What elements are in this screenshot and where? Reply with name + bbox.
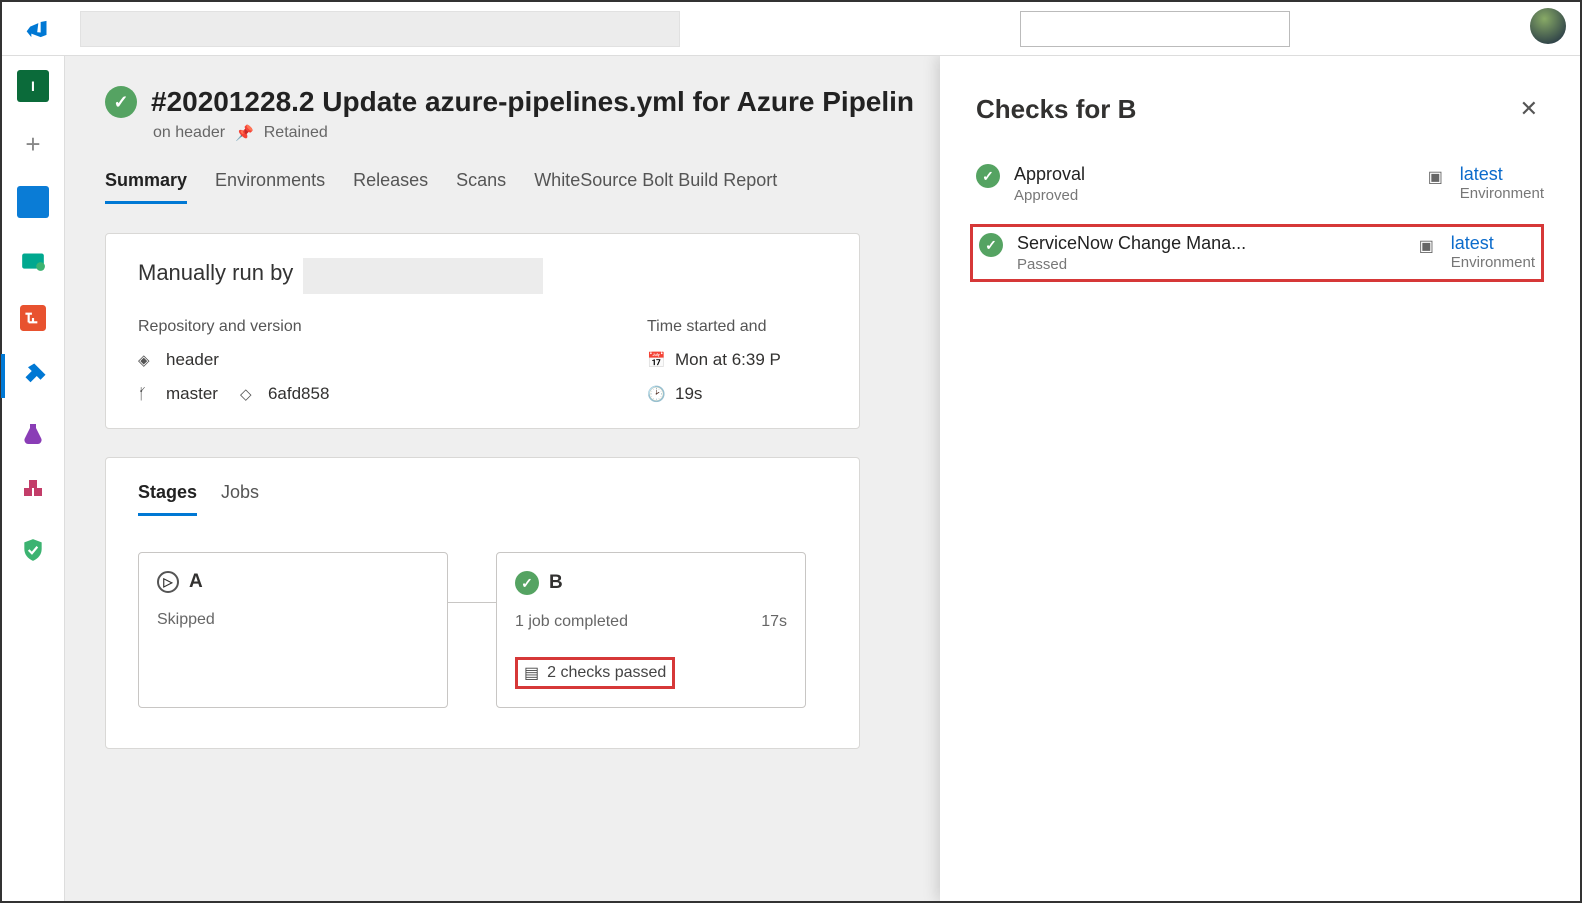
tab-releases[interactable]: Releases [353,170,428,204]
stage-b[interactable]: ✓ B 1 job completed 17s ▤ 2 checks passe… [496,552,806,708]
check-2-status: Passed [1017,256,1246,273]
checks-text: 2 checks passed [547,664,666,682]
stage-b-duration: 17s [761,613,787,631]
stage-a-status: Skipped [157,611,215,629]
avatar[interactable] [1530,8,1566,44]
tab-summary[interactable]: Summary [105,170,187,204]
skip-icon: ▷ [157,571,179,593]
stage-b-name: B [549,572,563,594]
stage-a[interactable]: ▷ A Skipped [138,552,448,708]
close-icon[interactable]: ✕ [1514,90,1544,128]
checks-passed-link[interactable]: ▤ 2 checks passed [515,657,675,689]
repo-icon: ◈ [138,351,156,369]
sub-tab-stages[interactable]: Stages [138,482,197,516]
check-1-status: Approved [1014,187,1085,204]
azure-devops-logo[interactable] [12,5,60,53]
time-label: Time started and [647,318,827,336]
nav-add[interactable]: + [17,128,49,160]
repo-name[interactable]: header [166,350,219,370]
check-success-icon: ✓ [976,164,1000,188]
stage-a-name: A [189,571,203,593]
repo-label: Repository and version [138,318,567,336]
check-2-name: ServiceNow Change Mana... [1017,233,1246,254]
duration-value: 19s [675,384,702,404]
checklist-icon: ▤ [524,663,539,683]
environment-icon: ▣ [1419,236,1439,256]
nav-boards[interactable] [17,186,49,218]
check-success-icon: ✓ [979,233,1003,257]
retained-label: Retained [264,124,328,142]
tab-whitesource[interactable]: WhiteSource Bolt Build Report [534,170,777,204]
check-1-env-label: Environment [1460,185,1544,202]
sub-tab-jobs[interactable]: Jobs [221,482,259,516]
run-heading: Manually run by [138,260,293,286]
nav-test[interactable] [17,418,49,450]
panel-title: Checks for B [976,94,1136,125]
search-input[interactable] [80,11,680,47]
branch-name[interactable]: master [166,384,218,404]
time-value: Mon at 6:39 P [675,350,781,370]
environment-icon: ▣ [1428,167,1448,187]
check-1-env-link[interactable]: latest [1460,164,1544,185]
nav-pipelines2[interactable] [17,360,49,392]
topbar-control[interactable] [1020,11,1290,47]
stage-connector [448,602,496,603]
success-icon: ✓ [515,571,539,595]
check-2-env-label: Environment [1451,254,1535,271]
tab-scans[interactable]: Scans [456,170,506,204]
nav-repos[interactable] [17,244,49,276]
run-info-card: Manually run by Repository and version ◈… [105,233,860,429]
page-title: #20201228.2 Update azure-pipelines.yml f… [151,86,914,118]
nav-pipelines1[interactable] [17,302,49,334]
clock-icon: 🕑 [647,385,665,403]
status-success-icon: ✓ [105,86,137,118]
nav-compliance[interactable] [17,534,49,566]
stages-card: Stages Jobs ▷ A Skipped [105,457,860,749]
check-2-env-link[interactable]: latest [1451,233,1535,254]
branch-meta: on header [153,124,225,142]
side-nav: I + [2,56,65,901]
checks-panel: Checks for B ✕ ✓ Approval Approved ▣ [940,56,1580,901]
branch-icon: ᚶ [138,386,156,403]
tab-environments[interactable]: Environments [215,170,325,204]
commit-icon: ◇ [240,385,258,403]
commit-hash[interactable]: 6afd858 [268,384,329,404]
nav-artifacts[interactable] [17,476,49,508]
stage-b-jobs: 1 job completed [515,613,628,631]
pin-icon: 📌 [235,124,254,142]
redacted-user [303,258,543,294]
nav-overview[interactable]: I [17,70,49,102]
calendar-icon: 📅 [647,351,665,369]
check-1-name: Approval [1014,164,1085,185]
